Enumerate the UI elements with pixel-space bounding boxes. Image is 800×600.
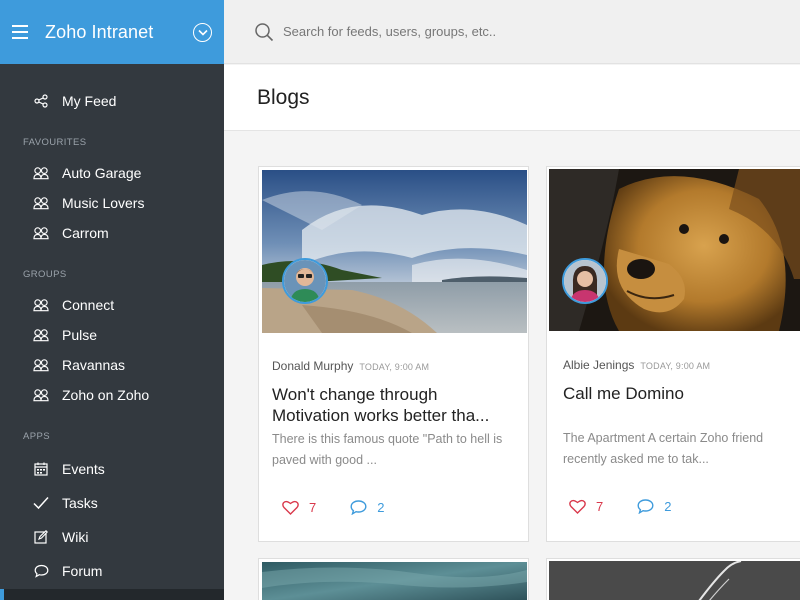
blog-cover-image[interactable] xyxy=(549,169,800,331)
search-icon xyxy=(255,22,274,41)
menu-icon[interactable] xyxy=(12,25,30,39)
group-icon xyxy=(33,225,49,241)
sidebar-item-music-lovers[interactable]: Music Lovers xyxy=(0,188,224,218)
sidebar: Zoho Intranet My Feed FAVOURITES Auto Ga… xyxy=(0,0,224,600)
app-title: Zoho Intranet xyxy=(45,21,154,42)
sidebar-item-label: Tasks xyxy=(62,495,98,511)
sidebar-item-label: Pulse xyxy=(62,327,98,343)
like-count: 7 xyxy=(309,500,317,515)
post-time: TODAY, 9:00 AM xyxy=(640,361,711,371)
section-label-apps: APPS xyxy=(23,430,50,442)
sidebar-item-label: Ravannas xyxy=(62,357,126,373)
comment-icon xyxy=(350,500,367,515)
sidebar-item-label: Wiki xyxy=(62,529,89,545)
section-label-groups: GROUPS xyxy=(23,268,67,280)
blog-card[interactable] xyxy=(258,558,529,600)
share-icon xyxy=(33,93,49,109)
sidebar-selected-item[interactable] xyxy=(0,589,224,600)
sidebar-item-auto-garage[interactable]: Auto Garage xyxy=(0,158,224,188)
post-actions: 7 2 xyxy=(569,499,671,514)
sidebar-item-label: Music Lovers xyxy=(62,195,145,211)
comment-button[interactable]: 2 xyxy=(637,499,671,514)
edit-icon xyxy=(33,529,49,545)
heart-icon xyxy=(569,499,586,514)
sidebar-item-label: Events xyxy=(62,461,105,477)
sidebar-item-events[interactable]: Events xyxy=(0,452,224,486)
chat-icon xyxy=(33,563,49,579)
check-icon xyxy=(33,495,49,511)
sidebar-item-tasks[interactable]: Tasks xyxy=(0,486,224,520)
comment-button[interactable]: 2 xyxy=(350,500,384,515)
post-time: TODAY, 9:00 AM xyxy=(359,362,430,372)
sidebar-item-label: Connect xyxy=(62,297,115,313)
sidebar-item-label: Carrom xyxy=(62,225,109,241)
post-title[interactable]: Won't change through Motivation works be… xyxy=(272,384,512,426)
group-icon xyxy=(33,297,49,313)
comment-icon xyxy=(637,499,654,514)
comment-count: 2 xyxy=(664,499,672,514)
sidebar-item-zoho-on-zoho[interactable]: Zoho on Zoho xyxy=(0,380,224,410)
top-search-bar xyxy=(224,0,800,64)
like-button[interactable]: 7 xyxy=(569,499,603,514)
group-icon xyxy=(33,327,49,343)
page-title: Blogs xyxy=(257,85,310,109)
comment-count: 2 xyxy=(377,500,385,515)
blog-cover-image[interactable] xyxy=(549,561,800,600)
sidebar-item-my-feed[interactable]: My Feed xyxy=(0,86,224,116)
blog-card[interactable]: Donald Murphy TODAY, 9:00 AM Won't chang… xyxy=(258,166,529,542)
blog-cover-image[interactable] xyxy=(262,170,527,333)
like-count: 7 xyxy=(596,499,604,514)
like-button[interactable]: 7 xyxy=(282,500,316,515)
post-meta: Albie Jenings TODAY, 9:00 AM xyxy=(563,358,710,372)
chevron-down-icon[interactable] xyxy=(193,22,212,42)
group-icon xyxy=(33,195,49,211)
sidebar-item-label: Forum xyxy=(62,563,103,579)
post-excerpt: The Apartment A certain Zoho friend rece… xyxy=(563,431,764,466)
blog-card[interactable]: Albie Jenings TODAY, 9:00 AM Call me Dom… xyxy=(546,166,800,542)
blog-cover-image[interactable] xyxy=(262,562,527,600)
post-actions: 7 2 xyxy=(282,500,384,515)
sidebar-item-wiki[interactable]: Wiki xyxy=(0,520,224,554)
group-icon xyxy=(33,357,49,373)
sidebar-item-connect[interactable]: Connect xyxy=(0,290,224,320)
author-name[interactable]: Donald Murphy xyxy=(272,359,353,373)
group-icon xyxy=(33,165,49,181)
sidebar-item-forum[interactable]: Forum xyxy=(0,554,224,588)
sidebar-item-label: Auto Garage xyxy=(62,165,142,181)
sidebar-item-label: Zoho on Zoho xyxy=(62,387,150,403)
calendar-icon xyxy=(33,461,49,477)
author-name[interactable]: Albie Jenings xyxy=(563,358,634,372)
avatar[interactable] xyxy=(282,258,328,304)
search-input[interactable] xyxy=(283,24,683,39)
sidebar-item-ravannas[interactable]: Ravannas xyxy=(0,350,224,380)
sidebar-item-label: My Feed xyxy=(62,93,117,109)
heart-icon xyxy=(282,500,299,515)
post-excerpt: There is this famous quote "Path to hell… xyxy=(272,432,503,467)
avatar[interactable] xyxy=(562,258,608,304)
sidebar-item-pulse[interactable]: Pulse xyxy=(0,320,224,350)
section-label-favourites: FAVOURITES xyxy=(23,136,87,148)
post-meta: Donald Murphy TODAY, 9:00 AM xyxy=(272,359,429,373)
page-header: Blogs xyxy=(224,65,800,131)
post-title[interactable]: Call me Domino xyxy=(563,383,800,404)
sidebar-item-carrom[interactable]: Carrom xyxy=(0,218,224,248)
brand-bar: Zoho Intranet xyxy=(0,0,224,64)
group-icon xyxy=(33,387,49,403)
blog-card[interactable] xyxy=(546,558,800,600)
